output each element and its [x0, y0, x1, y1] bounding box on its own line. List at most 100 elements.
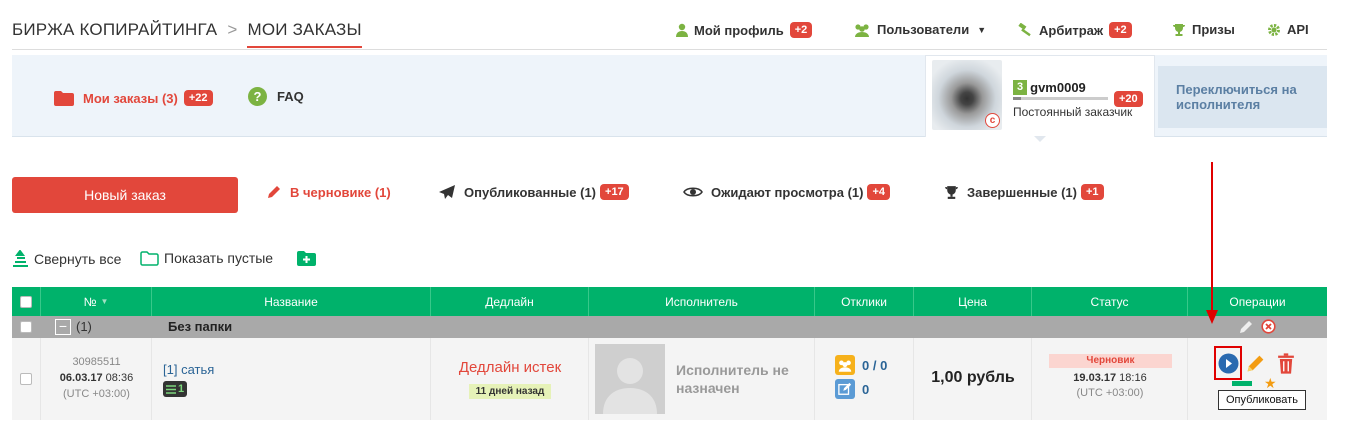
- table-row[interactable]: 30985511 06.03.17 08:36 (UTC +03:00) [1]…: [12, 338, 1327, 420]
- tab-published-label: Опубликованные (1): [464, 184, 597, 200]
- group-checkbox[interactable]: [20, 321, 32, 333]
- page: БИРЖА КОПИРАЙТИНГА > МОИ ЗАКАЗЫ Мой профил…: [0, 0, 1352, 442]
- collapse-toggle-icon[interactable]: −: [55, 319, 71, 335]
- status-date: 19.03.17: [1073, 372, 1117, 384]
- select-all-checkbox[interactable]: [20, 295, 32, 308]
- order-time: 08:36: [105, 372, 134, 384]
- tab-drafts[interactable]: В черновике (1): [266, 184, 391, 200]
- user-status: Постоянный заказчик: [1013, 105, 1133, 119]
- folder-group-row[interactable]: − (1) Без папки: [12, 316, 1327, 338]
- tab-completed-badge: +1: [1080, 184, 1104, 200]
- breadcrumb: БИРЖА КОПИРАЙТИНГА > МОИ ЗАКАЗЫ: [12, 20, 362, 48]
- tab-awaiting-review[interactable]: Ожидают просмотра (1) +4: [683, 184, 890, 200]
- add-folder-icon[interactable]: [297, 251, 316, 271]
- order-created: 06.03.17 08:36: [41, 372, 152, 384]
- tab-awaiting-review-label: Ожидают просмотра (1): [711, 184, 864, 200]
- edit-folder-icon[interactable]: [1238, 319, 1254, 340]
- group-name: Без папки: [168, 319, 233, 334]
- header-status[interactable]: Статус: [1032, 287, 1188, 316]
- delete-icon[interactable]: [1277, 353, 1295, 379]
- nav-users[interactable]: Пользователи ▼: [853, 22, 986, 37]
- new-order-button[interactable]: Новый заказ: [12, 177, 238, 213]
- publish-tooltip: Опубликовать: [1218, 390, 1306, 410]
- tab-completed[interactable]: Завершенные (1) +1: [944, 184, 1104, 200]
- faq-link[interactable]: ? FAQ: [248, 87, 304, 106]
- move-icon[interactable]: [1232, 381, 1252, 386]
- comments-count: 0: [862, 381, 870, 397]
- row-checkbox[interactable]: [20, 373, 32, 385]
- breadcrumb-current[interactable]: МОИ ЗАКАЗЫ: [247, 20, 362, 48]
- paper-plane-icon: [438, 184, 456, 200]
- header-price[interactable]: Цена: [914, 287, 1032, 316]
- order-list-chip[interactable]: 1: [163, 381, 188, 397]
- header-responses[interactable]: Отклики: [815, 287, 914, 316]
- nav-my-profile-label: Мой профиль: [694, 22, 784, 38]
- nav-my-profile[interactable]: Мой профиль +2: [676, 22, 813, 38]
- customer-mark-icon: c: [985, 113, 1000, 128]
- nav-arbitrage[interactable]: Арбитраж +2: [1017, 22, 1132, 38]
- header-number[interactable]: № ▼: [41, 287, 152, 316]
- profile-badge: +2: [789, 22, 813, 38]
- status-timezone: (UTC +03:00): [1076, 387, 1144, 399]
- collapse-icon: [12, 250, 29, 267]
- breadcrumb-separator: >: [227, 20, 238, 39]
- switch-to-executor-button[interactable]: Переключиться на исполнителя: [1158, 66, 1327, 128]
- nav-api[interactable]: API: [1267, 22, 1309, 37]
- user-level: 3: [1013, 80, 1028, 95]
- user-name[interactable]: gvm0009: [1030, 80, 1086, 95]
- users-group-icon: [835, 355, 855, 375]
- order-date: 06.03.17: [59, 372, 103, 384]
- pencil-icon: [266, 184, 282, 200]
- tab-drafts-label: В черновике (1): [290, 184, 391, 200]
- user-icon: [676, 23, 688, 37]
- star-icon[interactable]: ★: [1264, 376, 1277, 390]
- delete-folder-icon[interactable]: [1261, 319, 1276, 339]
- my-orders-label: Мои заказы (3): [83, 90, 178, 106]
- header-deadline[interactable]: Дедлайн: [431, 287, 589, 316]
- folder-outline-icon: [140, 250, 159, 266]
- collapse-all-button[interactable]: Свернуть все: [12, 250, 121, 267]
- row-price-cell: 1,00 рубль: [914, 338, 1032, 420]
- tab-published-badge: +17: [600, 184, 629, 200]
- order-price: 1,00 рубль: [931, 369, 1015, 386]
- row-title-cell: [1] сатья 1: [152, 338, 431, 420]
- order-title-link[interactable]: [1] сатья: [163, 362, 214, 377]
- responses-link[interactable]: 0 / 0: [835, 355, 887, 375]
- edit-note-icon: [835, 379, 855, 399]
- collapse-all-label: Свернуть все: [34, 250, 122, 267]
- nav-api-label: API: [1287, 22, 1309, 37]
- row-deadline-cell: Дедлайн истек 11 дней назад: [431, 338, 589, 420]
- tab-published[interactable]: Опубликованные (1) +17: [438, 184, 629, 200]
- publish-icon[interactable]: [1218, 353, 1239, 379]
- show-empty-button[interactable]: Показать пустые: [140, 250, 273, 266]
- row-number-cell: 30985511 06.03.17 08:36 (UTC +03:00): [41, 338, 152, 420]
- arbitrage-badge: +2: [1109, 22, 1132, 38]
- user-rating-fill: [1013, 97, 1021, 100]
- breadcrumb-root[interactable]: БИРЖА КОПИРАЙТИНГА: [12, 20, 217, 39]
- user-rating-bar: [1013, 97, 1108, 100]
- executor-placeholder-avatar: [595, 344, 665, 414]
- list-icon: [166, 384, 176, 394]
- question-icon: ?: [248, 87, 267, 106]
- row-responses-cell: 0 / 0 0: [815, 338, 914, 420]
- user-name-row: 3 gvm0009: [1013, 80, 1086, 95]
- annotation-arrow-icon: [1206, 162, 1218, 324]
- top-divider: [12, 49, 1327, 50]
- status-updated: 19.03.17 18:16: [1032, 372, 1188, 384]
- eye-icon: [683, 185, 703, 199]
- user-card-pointer: [1034, 136, 1046, 142]
- caret-down-icon: ▼: [977, 24, 987, 35]
- order-list-count: 1: [178, 383, 185, 395]
- my-orders-link[interactable]: Мои заказы (3) +22: [54, 90, 213, 106]
- status-time: 18:16: [1119, 372, 1147, 384]
- comments-link[interactable]: 0: [835, 379, 869, 399]
- faq-label: FAQ: [277, 89, 304, 104]
- gear-icon: [1267, 23, 1281, 37]
- nav-prizes[interactable]: Призы: [1172, 22, 1235, 37]
- deadline-text: Дедлайн истек: [458, 359, 562, 376]
- header-title[interactable]: Название: [152, 287, 431, 316]
- tab-awaiting-review-badge: +4: [867, 184, 890, 200]
- header-executor[interactable]: Исполнитель: [589, 287, 815, 316]
- edit-icon[interactable]: [1245, 353, 1266, 379]
- header-select-all[interactable]: [12, 287, 41, 316]
